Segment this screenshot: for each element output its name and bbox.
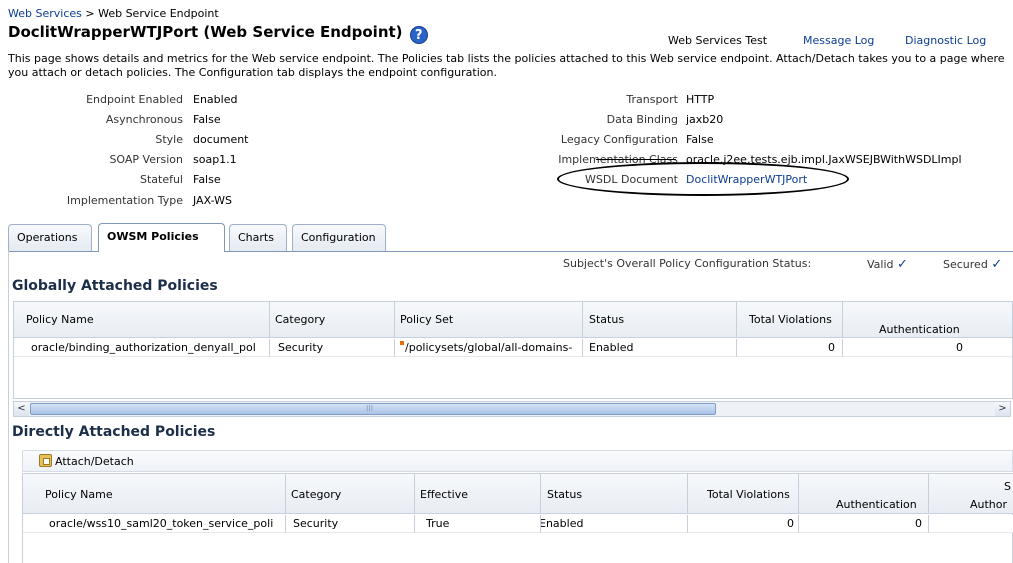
label-transport: Transport (626, 93, 678, 106)
col-category[interactable]: Category (275, 313, 325, 326)
cell-category: Security (278, 341, 324, 354)
cell-authentication: 0 (956, 341, 963, 354)
direct-policies-table: Policy Name Category Effective Status To… (22, 473, 1013, 563)
status-secured-text: Secured (943, 258, 988, 271)
link-web-services-test[interactable]: Web Services Test (668, 34, 767, 47)
cell-effective: True (426, 517, 450, 530)
breadcrumb-separator: > (81, 7, 99, 20)
link-message-log[interactable]: Message Log (803, 34, 874, 47)
global-table-header: Policy Name Category Policy Set Status T… (14, 302, 1012, 338)
cell-category: Security (293, 517, 339, 530)
secured-check-icon: ✓ (991, 257, 1003, 272)
horizontal-scrollbar[interactable]: < III > (13, 401, 1011, 417)
label-implementation-type: Implementation Type (66, 194, 183, 207)
col-total-violations[interactable]: Total Violations (707, 488, 790, 501)
strike-line (596, 159, 676, 160)
scroll-left-icon[interactable]: < (14, 402, 29, 416)
direct-toolbar: Attach/Detach (22, 450, 1013, 472)
value-asynchronous: False (193, 113, 221, 126)
value-soap-version: soap1.1 (193, 153, 237, 166)
label-soap-version: SOAP Version (109, 153, 183, 166)
col-effective[interactable]: Effective (420, 488, 468, 501)
page-description: This page shows details and metrics for … (8, 52, 1005, 79)
table-row[interactable]: oracle/wss10_saml20_token_service_poli S… (23, 515, 1013, 533)
tab-configuration[interactable]: Configuration (292, 224, 386, 252)
wsdl-highlight-oval (557, 162, 849, 196)
tab-operations[interactable]: Operations (8, 224, 92, 252)
breadcrumb: Web Services > Web Service Endpoint (8, 7, 219, 20)
scroll-right-icon[interactable]: > (995, 402, 1010, 416)
value-style: document (193, 133, 249, 146)
page-title-text: DoclitWrapperWTJPort (Web Service Endpoi… (8, 23, 403, 41)
label-asynchronous: Asynchronous (105, 113, 183, 126)
col-policy-name[interactable]: Policy Name (26, 313, 94, 326)
policy-status-label: Subject's Overall Policy Configuration S… (563, 257, 812, 270)
value-implementation-type: JAX-WS (193, 194, 232, 207)
breadcrumb-current: Web Service Endpoint (98, 7, 219, 20)
table-row[interactable]: oracle/binding_authorization_denyall_pol… (14, 339, 1012, 357)
cell-total-violations: 0 (787, 517, 794, 530)
col-policy-set[interactable]: Policy Set (400, 313, 453, 326)
globally-attached-heading: Globally Attached Policies (12, 278, 218, 294)
cell-policy-name: oracle/binding_authorization_denyall_pol (31, 341, 256, 354)
scroll-thumb[interactable]: III (30, 403, 716, 415)
col-authentication[interactable]: Authentication (879, 323, 960, 336)
panel-left-border (8, 251, 9, 563)
cell-total-violations: 0 (828, 341, 835, 354)
cell-authentication: 0 (915, 517, 922, 530)
label-stateful: Stateful (139, 173, 183, 186)
value-transport: HTTP (686, 93, 715, 106)
cell-policy-name: oracle/wss10_saml20_token_service_poli (49, 517, 274, 530)
attach-detach-button[interactable]: Attach/Detach (39, 454, 134, 468)
col-authentication[interactable]: Authentication (836, 498, 917, 511)
value-stateful: False (193, 173, 221, 186)
global-policies-table: Policy Name Category Policy Set Status T… (13, 301, 1013, 399)
value-data-binding: jaxb20 (686, 113, 724, 126)
col-s[interactable]: S (1004, 480, 1011, 493)
tab-bar: Operations OWSM Policies Charts Configur… (8, 223, 1013, 252)
cell-policy-set-text: /policysets/global/all-domains- (405, 341, 573, 354)
status-valid: Valid ✓ (867, 257, 908, 272)
cell-policy-set: /policysets/global/all-domains- (400, 341, 580, 354)
link-diagnostic-log[interactable]: Diagnostic Log (905, 34, 986, 47)
attach-detach-icon (39, 454, 52, 467)
col-author[interactable]: Author (970, 498, 1013, 511)
status-secured: Secured ✓ (943, 257, 1002, 272)
value-legacy-configuration: False (686, 133, 714, 146)
attach-detach-label: Attach/Detach (55, 455, 134, 468)
label-style: Style (155, 133, 183, 146)
label-data-binding: Data Binding (606, 113, 678, 126)
cell-status: Enabled (539, 517, 584, 530)
cell-status: Enabled (589, 341, 634, 354)
col-total-violations[interactable]: Total Violations (749, 313, 832, 326)
col-category[interactable]: Category (291, 488, 341, 501)
status-valid-text: Valid (867, 258, 894, 271)
tab-owsm-policies[interactable]: OWSM Policies (98, 223, 225, 252)
scroll-grip: III (366, 404, 374, 413)
breadcrumb-link-web-services[interactable]: Web Services (8, 7, 82, 20)
value-endpoint-enabled: Enabled (193, 93, 238, 106)
direct-table-header: Policy Name Category Effective Status To… (23, 474, 1013, 514)
col-status[interactable]: Status (589, 313, 624, 326)
label-endpoint-enabled: Endpoint Enabled (86, 93, 183, 106)
col-status[interactable]: Status (547, 488, 582, 501)
directly-attached-heading: Directly Attached Policies (12, 424, 216, 440)
tab-charts[interactable]: Charts (229, 224, 287, 252)
warning-marker-icon (400, 341, 404, 345)
help-icon[interactable]: ? (409, 26, 428, 44)
valid-check-icon: ✓ (897, 257, 908, 272)
label-legacy-configuration: Legacy Configuration (560, 133, 678, 146)
page-title: DoclitWrapperWTJPort (Web Service Endpoi… (8, 23, 428, 44)
col-policy-name[interactable]: Policy Name (45, 488, 113, 501)
